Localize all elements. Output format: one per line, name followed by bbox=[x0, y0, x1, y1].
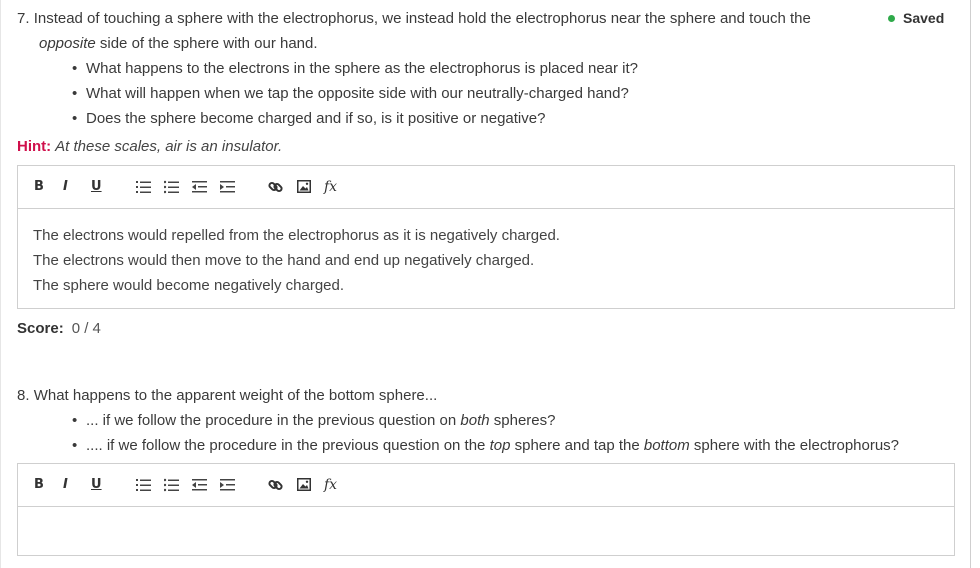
image-icon[interactable] bbox=[297, 478, 311, 491]
underline-button[interactable]: U bbox=[91, 178, 102, 196]
page: Saved 7. Instead of touching a sphere wi… bbox=[0, 0, 980, 568]
question-7-number: 7. bbox=[17, 10, 30, 27]
question-8-number: 8. bbox=[17, 387, 30, 404]
score: Score: 0 / 4 bbox=[17, 320, 101, 337]
indent-icon[interactable] bbox=[220, 180, 235, 194]
link-icon[interactable] bbox=[268, 180, 283, 194]
score-value: 0 / 4 bbox=[71, 320, 101, 337]
question-7-text: 7. Instead of touching a sphere with the… bbox=[17, 6, 867, 56]
answer-editor-7[interactable]: B I U fx The electrons would repelled fr… bbox=[17, 165, 955, 309]
formula-button[interactable]: fx bbox=[324, 476, 337, 494]
formula-button[interactable]: fx bbox=[324, 178, 337, 196]
outdent-icon[interactable] bbox=[192, 180, 207, 194]
answer-text-7[interactable]: The electrons would repelled from the el… bbox=[18, 209, 954, 312]
image-icon[interactable] bbox=[297, 180, 311, 193]
scrollbar-track[interactable] bbox=[970, 0, 971, 568]
outdent-icon[interactable] bbox=[192, 478, 207, 492]
unordered-list-icon[interactable] bbox=[164, 478, 179, 492]
bold-button[interactable]: B bbox=[34, 476, 44, 494]
saved-status-dot-icon bbox=[888, 15, 895, 22]
italic-button[interactable]: I bbox=[63, 178, 68, 196]
editor-toolbar: B I U fx bbox=[18, 166, 954, 209]
link-icon[interactable] bbox=[268, 478, 283, 492]
question-8-bullets: •... if we follow the procedure in the p… bbox=[72, 408, 899, 458]
saved-status: Saved bbox=[888, 10, 944, 26]
question-7-line2: side of the sphere with our hand. bbox=[95, 35, 318, 52]
list-item: •.... if we follow the procedure in the … bbox=[72, 437, 900, 454]
list-item: •... if we follow the procedure in the p… bbox=[72, 412, 556, 429]
hint-text: At these scales, air is an insulator. bbox=[55, 138, 283, 155]
ordered-list-icon[interactable] bbox=[136, 180, 151, 194]
page-left-border bbox=[0, 0, 1, 568]
unordered-list-icon[interactable] bbox=[164, 180, 179, 194]
answer-line: The sphere would become negatively charg… bbox=[33, 277, 345, 294]
answer-text-8[interactable] bbox=[18, 507, 954, 555]
list-item: • What will happen when we tap the opposi… bbox=[72, 85, 629, 102]
question-7-emphasis: opposite bbox=[39, 35, 96, 52]
italic-button[interactable]: I bbox=[63, 476, 68, 494]
bold-button[interactable]: B bbox=[34, 178, 44, 196]
underline-button[interactable]: U bbox=[91, 476, 102, 494]
answer-line: The electrons would then move to the han… bbox=[33, 252, 535, 269]
list-item: • Does the sphere become charged and if s… bbox=[72, 110, 546, 127]
question-8-line1: What happens to the apparent weight of t… bbox=[33, 387, 438, 404]
question-8-text: 8. What happens to the apparent weight o… bbox=[17, 383, 867, 408]
hint: Hint: At these scales, air is an insulato… bbox=[17, 138, 282, 155]
answer-editor-8[interactable]: B I U fx bbox=[17, 463, 955, 556]
answer-line: The electrons would repelled from the el… bbox=[33, 227, 560, 244]
saved-label: Saved bbox=[903, 10, 945, 26]
list-item: • What happens to the electrons in the sp… bbox=[72, 60, 639, 77]
editor-toolbar: B I U fx bbox=[18, 464, 954, 507]
question-7-bullets: • What happens to the electrons in the sp… bbox=[72, 56, 638, 131]
ordered-list-icon[interactable] bbox=[136, 478, 151, 492]
question-7-line1: Instead of touching a sphere with the el… bbox=[33, 10, 811, 27]
score-label: Score: bbox=[17, 320, 64, 337]
hint-label: Hint: bbox=[17, 138, 52, 155]
indent-icon[interactable] bbox=[220, 478, 235, 492]
